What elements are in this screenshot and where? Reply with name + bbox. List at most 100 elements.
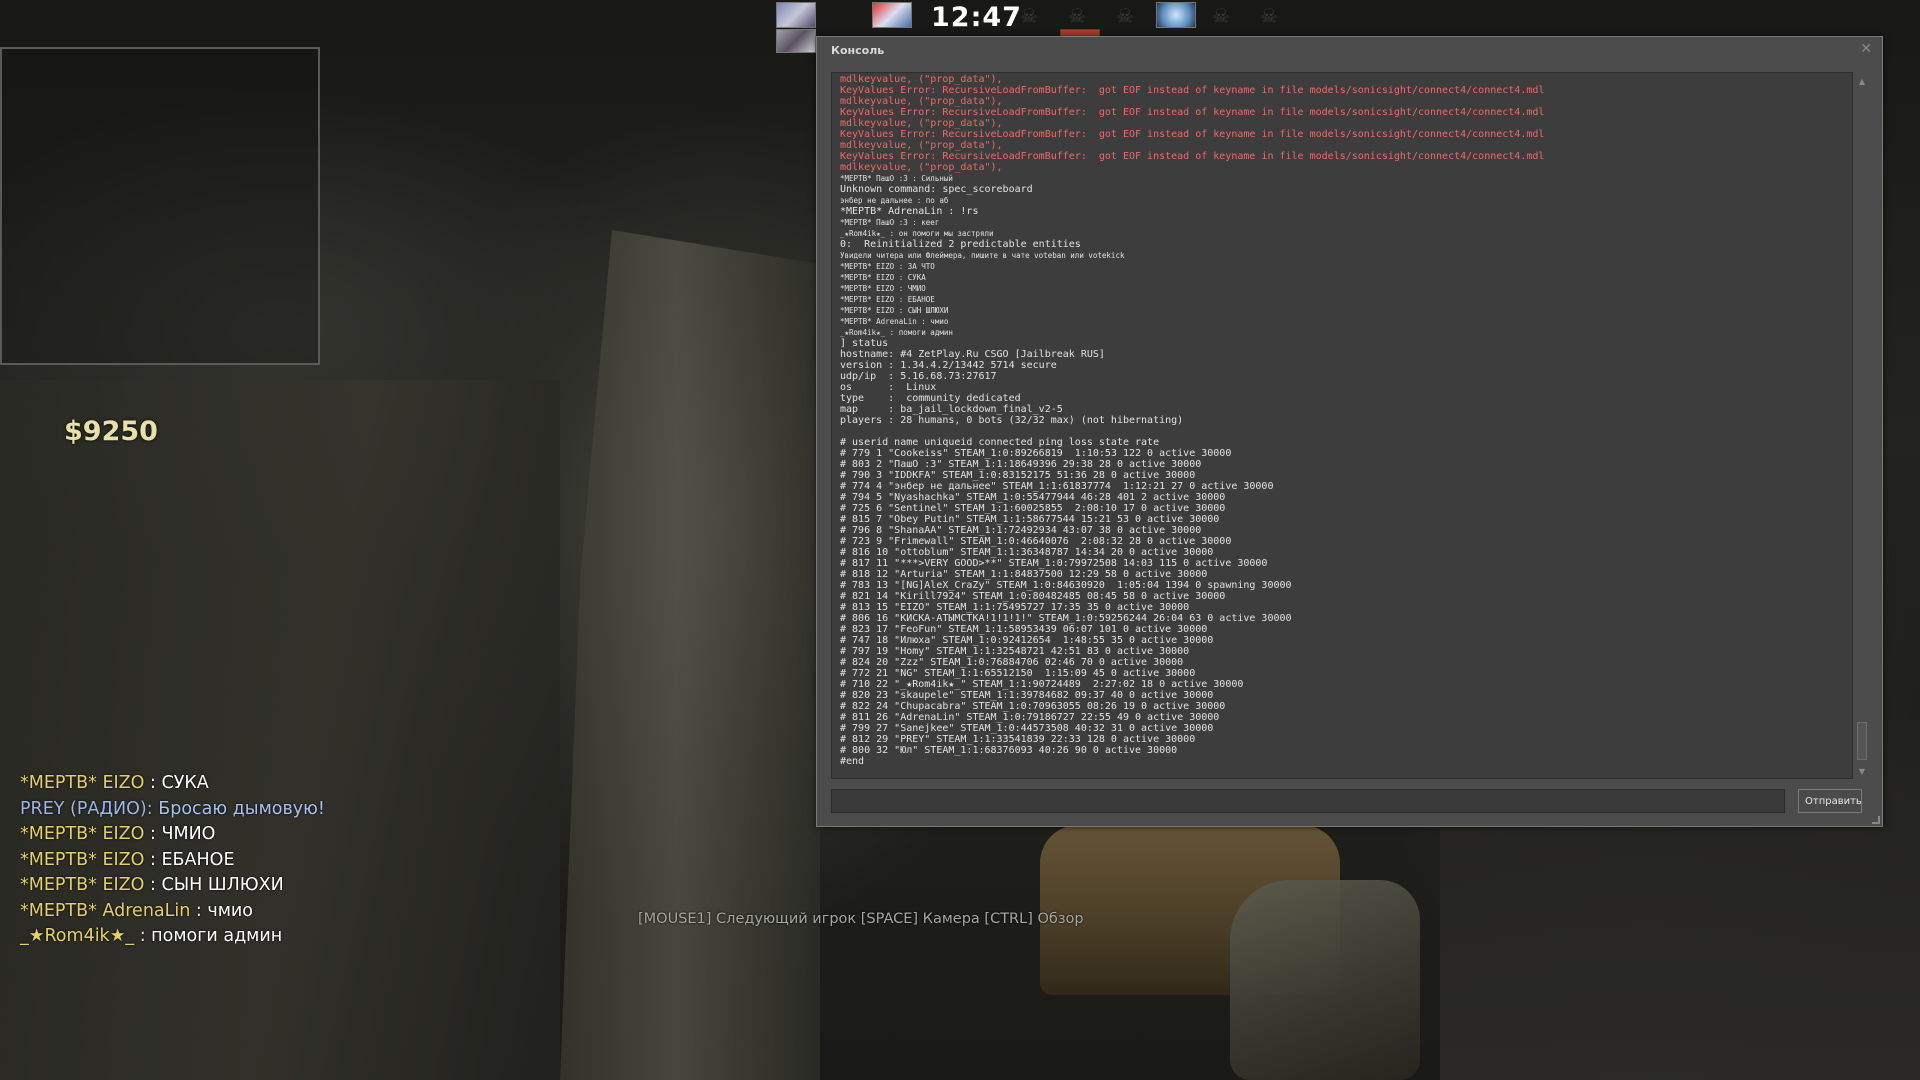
- radar-minimap: [0, 47, 320, 365]
- console-line: # 725 6 "Sentinel" STEAM_1:1:60025855 2:…: [840, 503, 1226, 514]
- console-line: version : 1.34.4.2/13442 5714 secure: [840, 360, 1057, 371]
- console-lines: mdlkeyvalue, ("prop_data"), KeyValues Err…: [840, 74, 1845, 767]
- skull-icon: ☠: [1116, 4, 1134, 28]
- player-avatar: [872, 2, 912, 28]
- console-line: players : 28 humans, 0 bots (32/32 max) …: [840, 415, 1184, 426]
- chat-separator: :: [144, 824, 162, 844]
- scene-rock-pillar: [560, 230, 820, 1080]
- console-line: # 823 17 "FeoFun" STEAM_1:1:58953439 06:…: [840, 624, 1208, 635]
- money-display: $9250: [64, 416, 158, 447]
- chat-separator: :: [190, 900, 208, 921]
- console-line: энбер не дальнее : по аб: [840, 196, 949, 205]
- console-line: # 710 22 "_★Rom4ik★_" STEAM_1:1:90724489…: [840, 679, 1244, 690]
- chat-sender: *МЕРТВ* EIZO: [20, 849, 145, 870]
- chat-message: помоги админ: [151, 926, 283, 946]
- console-line: # 803 2 "ПашО :3" STEAM_1:1:18649396 29:…: [840, 459, 1202, 470]
- round-clock: 12:47: [931, 2, 1022, 33]
- chat-separator: :: [144, 849, 162, 870]
- chat-sender: PREY (РАДИО):: [20, 798, 159, 819]
- chat-message: СУКА: [161, 773, 209, 793]
- scroll-down-icon[interactable]: ▼: [1856, 767, 1868, 777]
- console-line: _★Rom4ik★_ : он помоги мы застряли: [840, 229, 994, 238]
- chat-message: СЫН ШЛЮХИ: [161, 875, 284, 895]
- chat-line: *МЕРТВ* AdrenaLin : чмио: [20, 899, 380, 925]
- console-window[interactable]: Консоль ✕ mdlkeyvalue, ("prop_data"), Key…: [816, 36, 1883, 827]
- console-title: Консоль: [831, 44, 885, 57]
- console-line: *МЕРТВ* EIZO : ЗА ЧТО: [840, 262, 935, 271]
- console-line: # 799 27 "Sanejkee" STEAM_1:0:44573508 4…: [840, 723, 1214, 734]
- console-line: # 820 23 "skaupele" STEAM_1:1:39784682 0…: [840, 690, 1214, 701]
- console-line: *МЕРТВ* ПашО :3 : Сильный: [840, 174, 953, 183]
- console-line: mdlkeyvalue, ("prop_data"),: [840, 118, 1003, 129]
- console-line: # 816 10 "ottoblum" STEAM_1:1:36348787 1…: [840, 547, 1214, 558]
- console-line: # 812 29 "PREY" STEAM_1:1:33541839 22:33…: [840, 734, 1196, 745]
- console-line: # 747 18 "Илюха" STEAM_1:0:92412654 1:48…: [840, 635, 1214, 646]
- chat-separator: :: [144, 773, 162, 793]
- chat-line: *МЕРТВ* EIZO : СУКА: [20, 771, 380, 797]
- console-line: type : community dedicated: [840, 393, 1021, 404]
- chat-sender: *МЕРТВ* EIZO: [20, 773, 145, 793]
- send-button[interactable]: Отправить: [1798, 789, 1862, 813]
- console-line: # 821 14 "Kirill7924" STEAM_1:0:80482485…: [840, 591, 1226, 602]
- console-line: *МЕРТВ* EIZO : СЫН ШЛЮХИ: [840, 306, 949, 315]
- console-line: ] status: [840, 338, 889, 349]
- chat-line: PREY (РАДИО): Бросаю дымовую!: [20, 797, 380, 823]
- chat-sender: *МЕРТВ* AdrenaLin: [20, 900, 191, 921]
- console-line: # 822 24 "Chupacabra" STEAM_1:0:70963055…: [840, 701, 1226, 712]
- console-line: mdlkeyvalue, ("prop_data"),: [840, 96, 1003, 107]
- chat-line: *МЕРТВ* EIZO : ЕБАНОЕ: [20, 848, 380, 874]
- console-line: os : Linux: [840, 382, 937, 393]
- console-line: # 813 15 "EIZO" STEAM_1:1:75495727 17:35…: [840, 602, 1190, 613]
- console-line: mdlkeyvalue, ("prop_data"),: [840, 162, 1003, 173]
- console-line: # 824 20 "Zzz" STEAM_1:0:76884706 02:46 …: [840, 657, 1184, 668]
- console-line: #end: [840, 756, 865, 767]
- console-line: # 800 32 "Юл" STEAM_1:1:68376093 40:26 9…: [840, 745, 1178, 756]
- console-line: 0: Reinitialized 2 predictable entities: [840, 239, 1081, 250]
- scene-rock-left: [0, 380, 560, 1080]
- player-avatar: [776, 2, 816, 28]
- console-line: # 774 4 "энбер не дальнее" STEAM_1:1:618…: [840, 481, 1274, 492]
- console-output[interactable]: mdlkeyvalue, ("prop_data"), KeyValues Err…: [831, 72, 1853, 779]
- scroll-thumb[interactable]: [1857, 722, 1867, 760]
- console-line: # 783 13 "[NG]AleX_CraZy" STEAM_1:0:8463…: [840, 580, 1292, 591]
- chat-message: Бросаю дымовую!: [158, 798, 325, 819]
- chat-separator: :: [134, 926, 152, 946]
- console-line: # 815 7 "Obey Putin" STEAM_1:1:58677544 …: [840, 514, 1220, 525]
- console-line: KeyValues Error: RecursiveLoadFromBuffer…: [840, 151, 1545, 162]
- chat-line: *МЕРТВ* EIZO : ЧМИО: [20, 822, 380, 848]
- chat-sender: *МЕРТВ* EIZO: [20, 875, 145, 895]
- scroll-up-icon[interactable]: ▲: [1856, 77, 1868, 87]
- resize-grip[interactable]: [1872, 816, 1880, 824]
- chat-line: *МЕРТВ* EIZO : СЫН ШЛЮХИ: [20, 873, 380, 899]
- console-line: *МЕРТВ* AdrenaLin : чмио: [840, 317, 949, 326]
- console-line: KeyValues Error: RecursiveLoadFromBuffer…: [840, 85, 1545, 96]
- console-line: # 817 11 "***>VERY GOOD>**" STEAM_1:0:79…: [840, 558, 1268, 569]
- console-line: mdlkeyvalue, ("prop_data"),: [840, 74, 1003, 85]
- close-icon[interactable]: ✕: [1860, 41, 1872, 57]
- console-line: # 797 19 "Homy" STEAM_1:1:32548721 42:51…: [840, 646, 1190, 657]
- console-line: # userid name uniqueid connected ping lo…: [840, 437, 1160, 448]
- console-line: mdlkeyvalue, ("prop_data"),: [840, 140, 1003, 151]
- console-scrollbar[interactable]: ▲ ▼: [1856, 77, 1868, 777]
- console-line: map : ba_jail_lockdown_final_v2-5: [840, 404, 1063, 415]
- console-line: # 779 1 "Cookeiss" STEAM_1:0:89266819 1:…: [840, 448, 1232, 459]
- chat-message: ЧМИО: [161, 824, 216, 844]
- console-line: Unknown command: spec_scoreboard: [840, 184, 1033, 195]
- console-line: Увидели читера или Флеймера, пишите в ча…: [840, 251, 1125, 260]
- spectator-hint: [MOUSE1] Следующий игрок [SPACE] Камера …: [638, 911, 1084, 927]
- console-line: KeyValues Error: RecursiveLoadFromBuffer…: [840, 107, 1545, 118]
- console-line: *МЕРТВ* AdrenaLin : !rs: [840, 206, 979, 217]
- console-input[interactable]: [831, 789, 1785, 813]
- console-line: KeyValues Error: RecursiveLoadFromBuffer…: [840, 129, 1545, 140]
- skull-icon: ☠: [1212, 4, 1230, 28]
- skull-icon: ☠: [1020, 4, 1038, 28]
- chat-line: _★Rom4ik★_ : помоги админ: [20, 924, 380, 950]
- console-line: *МЕРТВ* EIZO : ЕБАНОЕ: [840, 295, 935, 304]
- console-line: udp/ip : 5.16.68.73:27617: [840, 371, 997, 382]
- console-line: # 818 12 "Arturia" STEAM_1:1:84837500 12…: [840, 569, 1208, 580]
- console-line: hostname: #4 ZetPlay.Ru CSGO [Jailbreak …: [840, 349, 1105, 360]
- console-line: # 811 26 "AdrenaLin" STEAM_1:0:79186727 …: [840, 712, 1220, 723]
- console-line: # 806 16 "КИСКА-АТЫМСТКА!1!1!1!" STEAM_1…: [840, 613, 1292, 624]
- console-line: # 723 9 "Frimewall" STEAM_1:0:46640076 2…: [840, 536, 1232, 547]
